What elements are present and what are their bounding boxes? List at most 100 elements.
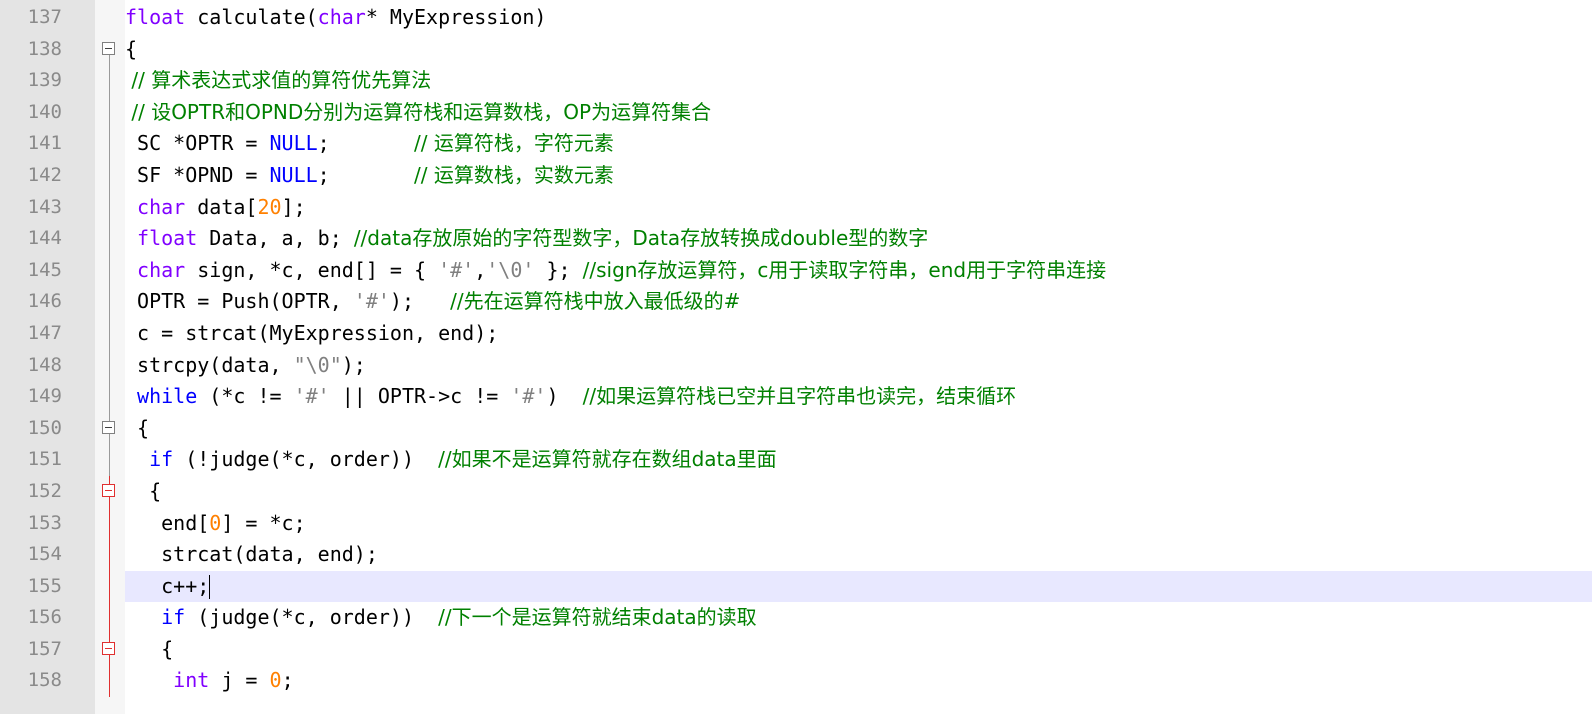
code-line[interactable]: 144 float Data, a, b; //data存放原始的字符型数字，D… (0, 223, 1592, 255)
line-number: 153 (27, 511, 62, 534)
line-number: 146 (27, 290, 62, 313)
collapse-icon[interactable] (102, 483, 115, 497)
code-text[interactable]: strcat(data, end); (125, 539, 1592, 571)
code-text[interactable]: c++; (125, 570, 1592, 603)
code-token: ; (317, 131, 414, 156)
code-text[interactable]: // 设OPTR和OPND分别为运算符栈和运算数栈，OP为运算符集合 (125, 97, 1592, 129)
fold-marker (95, 570, 125, 603)
code-token: ]; (281, 194, 306, 219)
code-token: //先在运算符栈中放入最低级的# (450, 289, 741, 314)
code-token: SF *OPND = (125, 162, 270, 187)
collapse-icon[interactable] (102, 420, 115, 434)
code-text[interactable]: { (125, 413, 1592, 445)
code-token: //如果不是运算符就存在数组data里面 (438, 447, 777, 472)
code-text[interactable]: char data[20]; (125, 192, 1592, 224)
code-text[interactable]: { (125, 476, 1592, 508)
fold-marker[interactable] (95, 475, 125, 508)
code-text[interactable]: if (judge(*c, order)) //下一个是运算符就结束data的读… (125, 602, 1592, 634)
code-token: c++; (125, 573, 210, 598)
code-line[interactable]: 152 { (0, 475, 1592, 508)
code-text[interactable]: float Data, a, b; //data存放原始的字符型数字，Data存… (125, 223, 1592, 255)
code-text[interactable]: float calculate(char* MyExpression) (125, 2, 1592, 34)
line-number: 138 (27, 37, 62, 60)
code-token: end[ (125, 510, 210, 535)
line-number: 155 (27, 574, 62, 597)
line-number: 140 (27, 100, 62, 123)
code-lines[interactable]: 137 float calculate(char* MyExpression) 13… (0, 2, 1592, 698)
fold-marker (95, 602, 125, 634)
code-line[interactable]: 150 { (0, 412, 1592, 445)
code-line[interactable]: 138 { (0, 34, 1592, 66)
code-token: calculate( (185, 5, 318, 29)
code-text[interactable]: char sign, *c, end[] = { '#','\0' }; //s… (125, 255, 1592, 287)
code-token: // 运算符栈，字符元素 (414, 131, 614, 156)
code-text[interactable]: // 算术表达式求值的算符优先算法 (125, 65, 1592, 97)
fold-marker[interactable] (95, 633, 125, 666)
code-line[interactable]: 157 { (0, 633, 1592, 666)
code-token: '#' (510, 384, 547, 409)
code-line[interactable]: 154 strcat(data, end); (0, 539, 1592, 571)
code-text[interactable]: SC *OPTR = NULL; // 运算符栈，字符元素 (125, 128, 1592, 160)
code-text[interactable]: { (125, 34, 1592, 66)
line-number: 149 (27, 385, 62, 408)
collapse-icon[interactable] (102, 41, 115, 55)
code-editor[interactable]: 137 float calculate(char* MyExpression) 13… (0, 0, 1592, 714)
fold-marker (95, 254, 125, 287)
fold-marker[interactable] (95, 412, 125, 445)
code-token: '#' (293, 384, 330, 409)
code-text[interactable]: strcpy(data, "\0"); (125, 350, 1592, 382)
code-line[interactable]: 141 SC *OPTR = NULL; // 运算符栈，字符元素 (0, 128, 1592, 160)
code-text[interactable]: end[0] = *c; (125, 508, 1592, 540)
code-token: if (149, 447, 174, 472)
code-token: ; (281, 668, 294, 693)
fold-marker (95, 191, 125, 224)
code-line[interactable]: 147 c = strcat(MyExpression, end); (0, 317, 1592, 350)
code-line[interactable]: 137 float calculate(char* MyExpression) (0, 2, 1592, 34)
code-line[interactable]: 146 OPTR = Push(OPTR, '#'); //先在运算符栈中放入最… (0, 286, 1592, 318)
fold-marker (95, 159, 125, 192)
code-text[interactable]: int j = 0; (125, 665, 1592, 697)
code-line[interactable]: 155 c++; (0, 570, 1592, 603)
line-number: 144 (27, 227, 62, 250)
code-line[interactable]: 156 if (judge(*c, order)) //下一个是运算符就结束da… (0, 602, 1592, 634)
code-line[interactable]: 139 // 算术表达式求值的算符优先算法 (0, 65, 1592, 97)
code-token: '\0' (486, 257, 535, 282)
code-token: NULL (269, 162, 318, 187)
fold-marker (95, 539, 125, 571)
code-token: { (125, 36, 138, 61)
fold-marker (95, 96, 125, 129)
code-token: if (161, 605, 186, 630)
code-text[interactable]: { (125, 634, 1592, 666)
code-line[interactable]: 142 SF *OPND = NULL; // 运算数栈，实数元素 (0, 159, 1592, 192)
code-text[interactable]: if (!judge(*c, order)) //如果不是运算符就存在数组dat… (125, 444, 1592, 476)
code-line[interactable]: 151 if (!judge(*c, order)) //如果不是运算符就存在数… (0, 444, 1592, 476)
fold-marker (95, 128, 125, 160)
code-token: SC *OPTR = (125, 131, 270, 156)
code-line[interactable]: 140 // 设OPTR和OPND分别为运算符栈和运算数栈，OP为运算符集合 (0, 96, 1592, 129)
code-token: float (137, 226, 198, 251)
fold-marker[interactable] (95, 34, 125, 66)
code-token: //下一个是运算符就结束data的读取 (438, 605, 757, 630)
code-token: //data存放原始的字符型数字，Data存放转换成double型的数字 (353, 226, 929, 251)
collapse-icon[interactable] (102, 641, 115, 655)
code-text[interactable]: OPTR = Push(OPTR, '#'); //先在运算符栈中放入最低级的# (125, 286, 1592, 318)
code-token: //sign存放运算符，c用于读取字符串，end用于字符串连接 (582, 257, 1107, 282)
code-line[interactable]: 143 char data[20]; (0, 191, 1592, 224)
code-token: "\0" (293, 352, 342, 377)
code-line[interactable]: 153 end[0] = *c; (0, 507, 1592, 540)
code-token: // 算术表达式求值的算符优先算法 (125, 68, 432, 93)
line-number: 142 (27, 163, 62, 186)
code-text[interactable]: SF *OPND = NULL; // 运算数栈，实数元素 (125, 160, 1592, 192)
code-line[interactable]: 149 while (*c != '#' || OPTR->c != '#') … (0, 381, 1592, 413)
code-line[interactable]: 145 char sign, *c, end[] = { '#','\0' };… (0, 254, 1592, 287)
code-text[interactable]: c = strcat(MyExpression, end); (125, 318, 1592, 350)
fold-marker (95, 381, 125, 413)
code-token: (judge(*c, order)) (185, 605, 439, 630)
code-line[interactable]: 148 strcpy(data, "\0"); (0, 349, 1592, 382)
code-line[interactable]: 158 int j = 0; (0, 665, 1592, 698)
code-text[interactable]: while (*c != '#' || OPTR->c != '#') //如果… (125, 381, 1592, 413)
